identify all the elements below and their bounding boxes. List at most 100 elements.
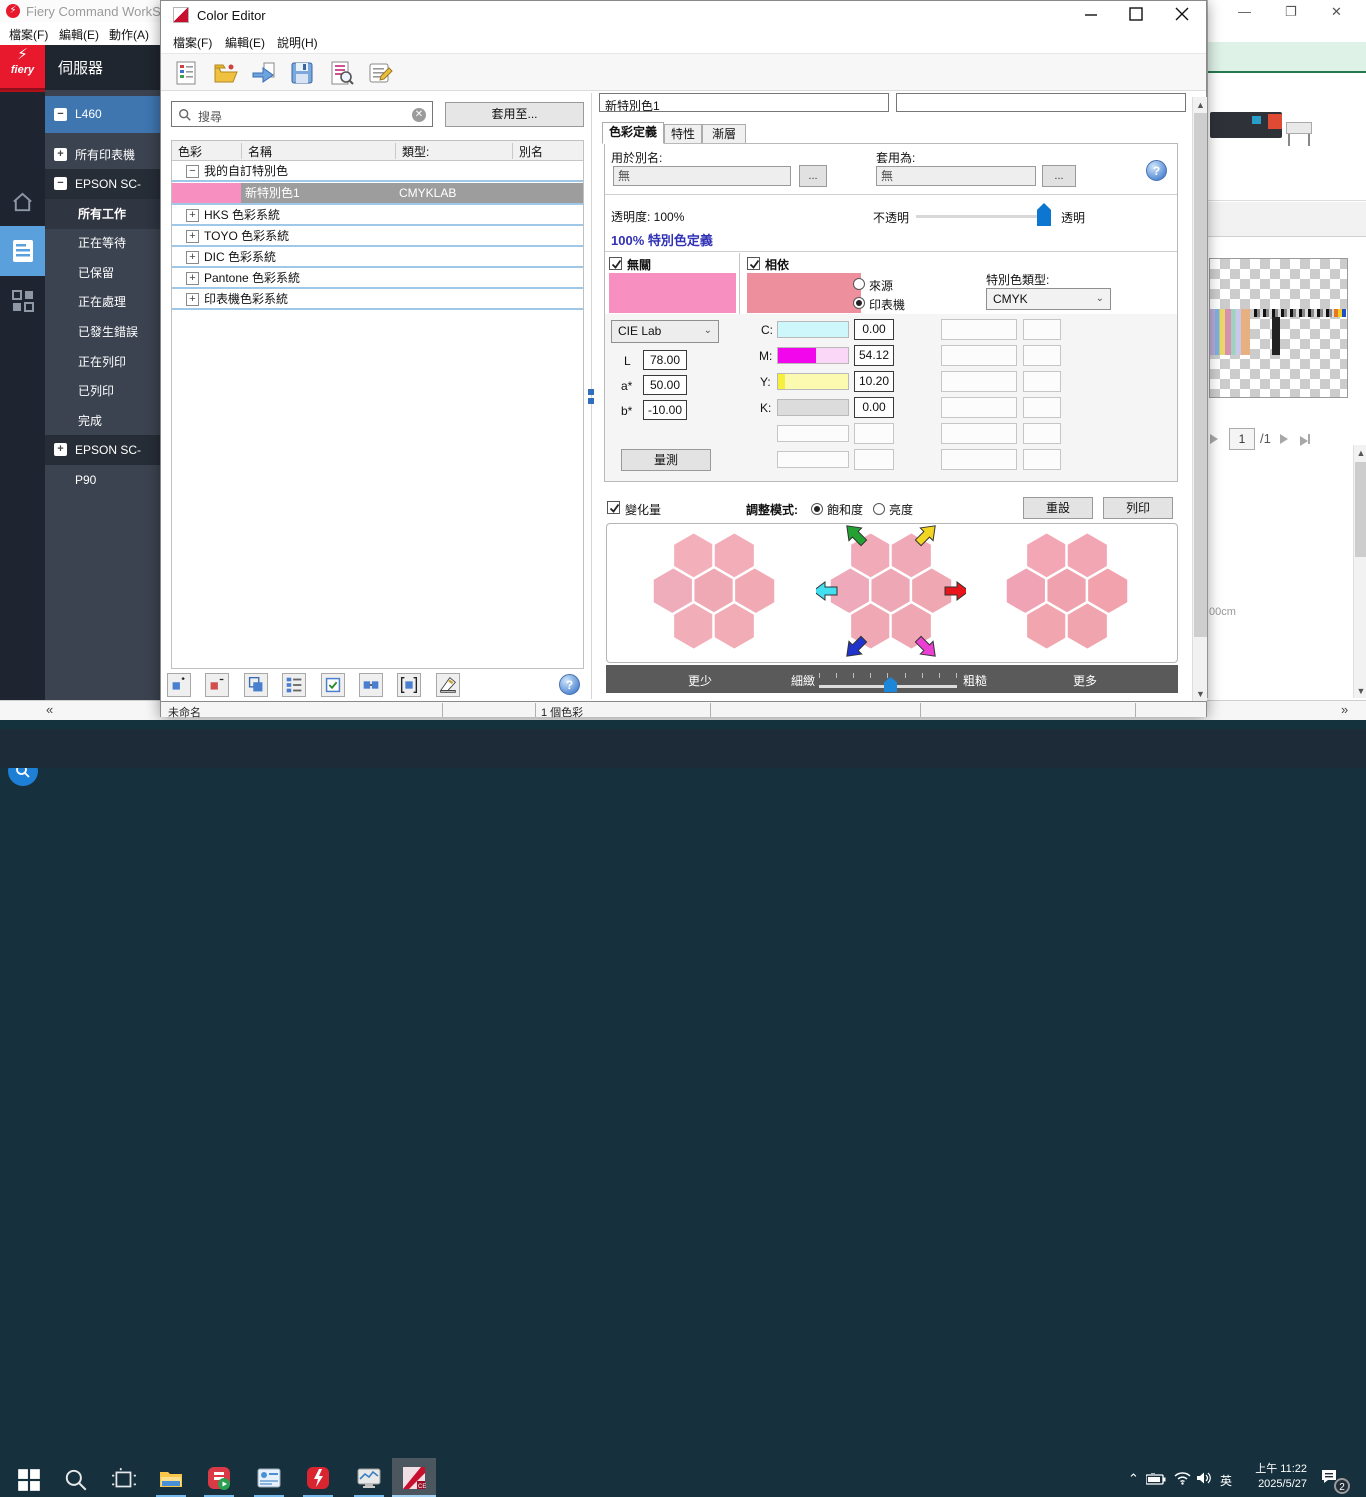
bg-minimize-button[interactable]: — [1238, 4, 1251, 19]
variation-cluster-less[interactable] [639, 523, 789, 663]
group-button[interactable] [397, 673, 421, 697]
cws-menu-file[interactable]: 檔案(F) [9, 26, 48, 43]
save-icon[interactable] [289, 60, 315, 86]
spot-name-field[interactable]: 新特別色1 [599, 93, 889, 112]
file-explorer-icon[interactable] [158, 1465, 184, 1491]
collapse-icon[interactable]: − [54, 177, 67, 190]
control-panel-app-icon[interactable] [256, 1465, 282, 1491]
tree-item-error[interactable]: 已發生錯誤 [45, 317, 160, 347]
group-row-pantone[interactable]: + Pantone 色彩系統 [172, 269, 583, 289]
variation-cluster-more[interactable] [992, 523, 1142, 663]
check-button[interactable] [321, 673, 345, 697]
selected-spot-row[interactable]: 新特別色1 CMYKLAB [172, 183, 583, 205]
colorspace-dropdown[interactable]: CIE Lab ⌄ [611, 320, 719, 343]
variation-cluster-center[interactable] [816, 523, 966, 663]
group-row-custom[interactable]: − 我的自訂特別色 [172, 162, 583, 182]
spot-type-dropdown[interactable]: CMYK ⌄ [986, 288, 1111, 310]
print-button[interactable]: 列印 [1103, 497, 1173, 519]
cws-menu-action[interactable]: 動作(A) [109, 26, 149, 43]
input-language-indicator[interactable]: 英 [1220, 1472, 1232, 1489]
spot-alias-field[interactable] [896, 93, 1186, 112]
bg-maximize-button[interactable]: ❐ [1285, 4, 1297, 20]
tree-item-epson-p90[interactable]: + EPSON SC-P90 [45, 435, 160, 487]
lab-b-input[interactable]: -10.00 [643, 400, 687, 420]
source-radio[interactable] [853, 278, 865, 290]
job-list-icon[interactable] [12, 239, 34, 263]
red-app-icon[interactable] [206, 1465, 232, 1491]
apply-as-browse-button[interactable]: ... [1042, 165, 1076, 187]
tree-item-all-printers[interactable]: + 所有印表機 [45, 140, 160, 170]
bg-close-button[interactable]: ✕ [1331, 4, 1342, 20]
reset-button[interactable]: 重設 [1023, 497, 1093, 519]
tree-item-completed[interactable]: 完成 [45, 406, 160, 436]
col-alias[interactable]: 別名 [512, 143, 543, 159]
channel-c-bar[interactable] [777, 321, 849, 338]
dependent-checkbox[interactable] [747, 257, 760, 270]
expand-icon[interactable]: + [186, 209, 199, 222]
collapse-left-chevron[interactable]: « [46, 702, 53, 717]
channel-y-bar[interactable] [777, 373, 849, 390]
scroll-thumb[interactable] [1355, 462, 1366, 557]
tab-color-definition[interactable]: 色彩定義 [602, 122, 664, 144]
wifi-icon[interactable] [1174, 1471, 1191, 1485]
tree-item-held[interactable]: 已保留 [45, 258, 160, 288]
splitter-handle[interactable] [588, 389, 594, 395]
last-page-icon[interactable] [1300, 434, 1310, 449]
scroll-down-icon[interactable]: ▼ [1354, 686, 1366, 696]
channel-k-input[interactable]: 0.00 [854, 397, 894, 418]
lab-l-input[interactable]: 78.00 [643, 350, 687, 370]
tree-item-printing[interactable]: 正在列印 [45, 347, 160, 377]
variations-checkbox[interactable] [607, 501, 620, 514]
independent-checkbox[interactable] [609, 257, 622, 270]
apps-grid-icon[interactable] [12, 290, 34, 312]
channel-k-bar[interactable] [777, 399, 849, 416]
tray-chevron-icon[interactable]: ⌃ [1128, 1471, 1139, 1487]
swatch-book-button[interactable] [436, 673, 460, 697]
channel-y-input[interactable]: 10.20 [854, 371, 894, 392]
ce-close-button[interactable] [1167, 1, 1197, 27]
collapse-icon[interactable]: − [186, 165, 199, 178]
tree-item-epson-p75[interactable]: −EPSON SC-P75 [45, 169, 160, 221]
duplicate-button[interactable] [244, 673, 268, 697]
tree-item-processing[interactable]: 正在處理 [45, 287, 160, 317]
group-row-printer[interactable]: + 印表機色彩系統 [172, 290, 583, 310]
tree-item-printed[interactable]: 已列印 [45, 376, 160, 406]
tab-gradation[interactable]: 漸層 [702, 124, 746, 144]
group-row-hks[interactable]: + HKS 色彩系統 [172, 206, 583, 226]
color-editor-taskbar-icon[interactable]: CE [401, 1465, 427, 1491]
home-icon[interactable] [11, 191, 34, 214]
scroll-up-icon[interactable]: ▲ [1193, 100, 1208, 110]
expand-icon[interactable]: + [54, 443, 67, 456]
saturation-radio[interactable] [811, 503, 823, 515]
import-icon[interactable] [251, 60, 277, 86]
expand-icon[interactable]: + [186, 293, 199, 306]
expand-icon[interactable]: + [186, 251, 199, 264]
link-spots-button[interactable] [359, 673, 383, 697]
scroll-thumb[interactable] [1194, 113, 1207, 637]
tree-item-waiting[interactable]: 正在等待 [45, 228, 160, 258]
start-button[interactable] [16, 1467, 42, 1493]
taskbar-search-icon[interactable] [63, 1467, 89, 1493]
collapse-icon[interactable]: − [54, 108, 67, 121]
spot-search-input[interactable]: 搜尋 ✕ [171, 101, 433, 127]
group-row-toyo[interactable]: + TOYO 色彩系統 [172, 227, 583, 247]
printer-radio[interactable] [853, 297, 865, 309]
ce-menu-file[interactable]: 檔案(F) [173, 34, 212, 51]
col-type[interactable]: 類型: [395, 143, 429, 159]
channel-m-bar[interactable] [777, 347, 849, 364]
bg-vertical-scrollbar[interactable]: ▲ ▼ [1353, 445, 1366, 698]
expand-icon[interactable]: + [186, 272, 199, 285]
cws-menu-edit[interactable]: 編輯(E) [59, 26, 99, 43]
new-spot-color-icon[interactable] [173, 60, 199, 86]
ce-vertical-scrollbar[interactable]: ▲ ▼ [1192, 97, 1207, 701]
ce-maximize-button[interactable] [1121, 1, 1151, 27]
remove-spot-button[interactable] [205, 673, 229, 697]
prev-page-icon[interactable] [1210, 434, 1218, 444]
clear-search-icon[interactable]: ✕ [412, 108, 426, 122]
tree-server-l460[interactable]: − L460 [45, 96, 160, 133]
alias-for-value[interactable]: 無 [613, 166, 791, 186]
channel-m-input[interactable]: 54.12 [854, 345, 894, 366]
fiery-app-icon[interactable] [305, 1465, 331, 1491]
add-spot-button[interactable] [167, 673, 191, 697]
col-name[interactable]: 名稱 [241, 143, 272, 159]
